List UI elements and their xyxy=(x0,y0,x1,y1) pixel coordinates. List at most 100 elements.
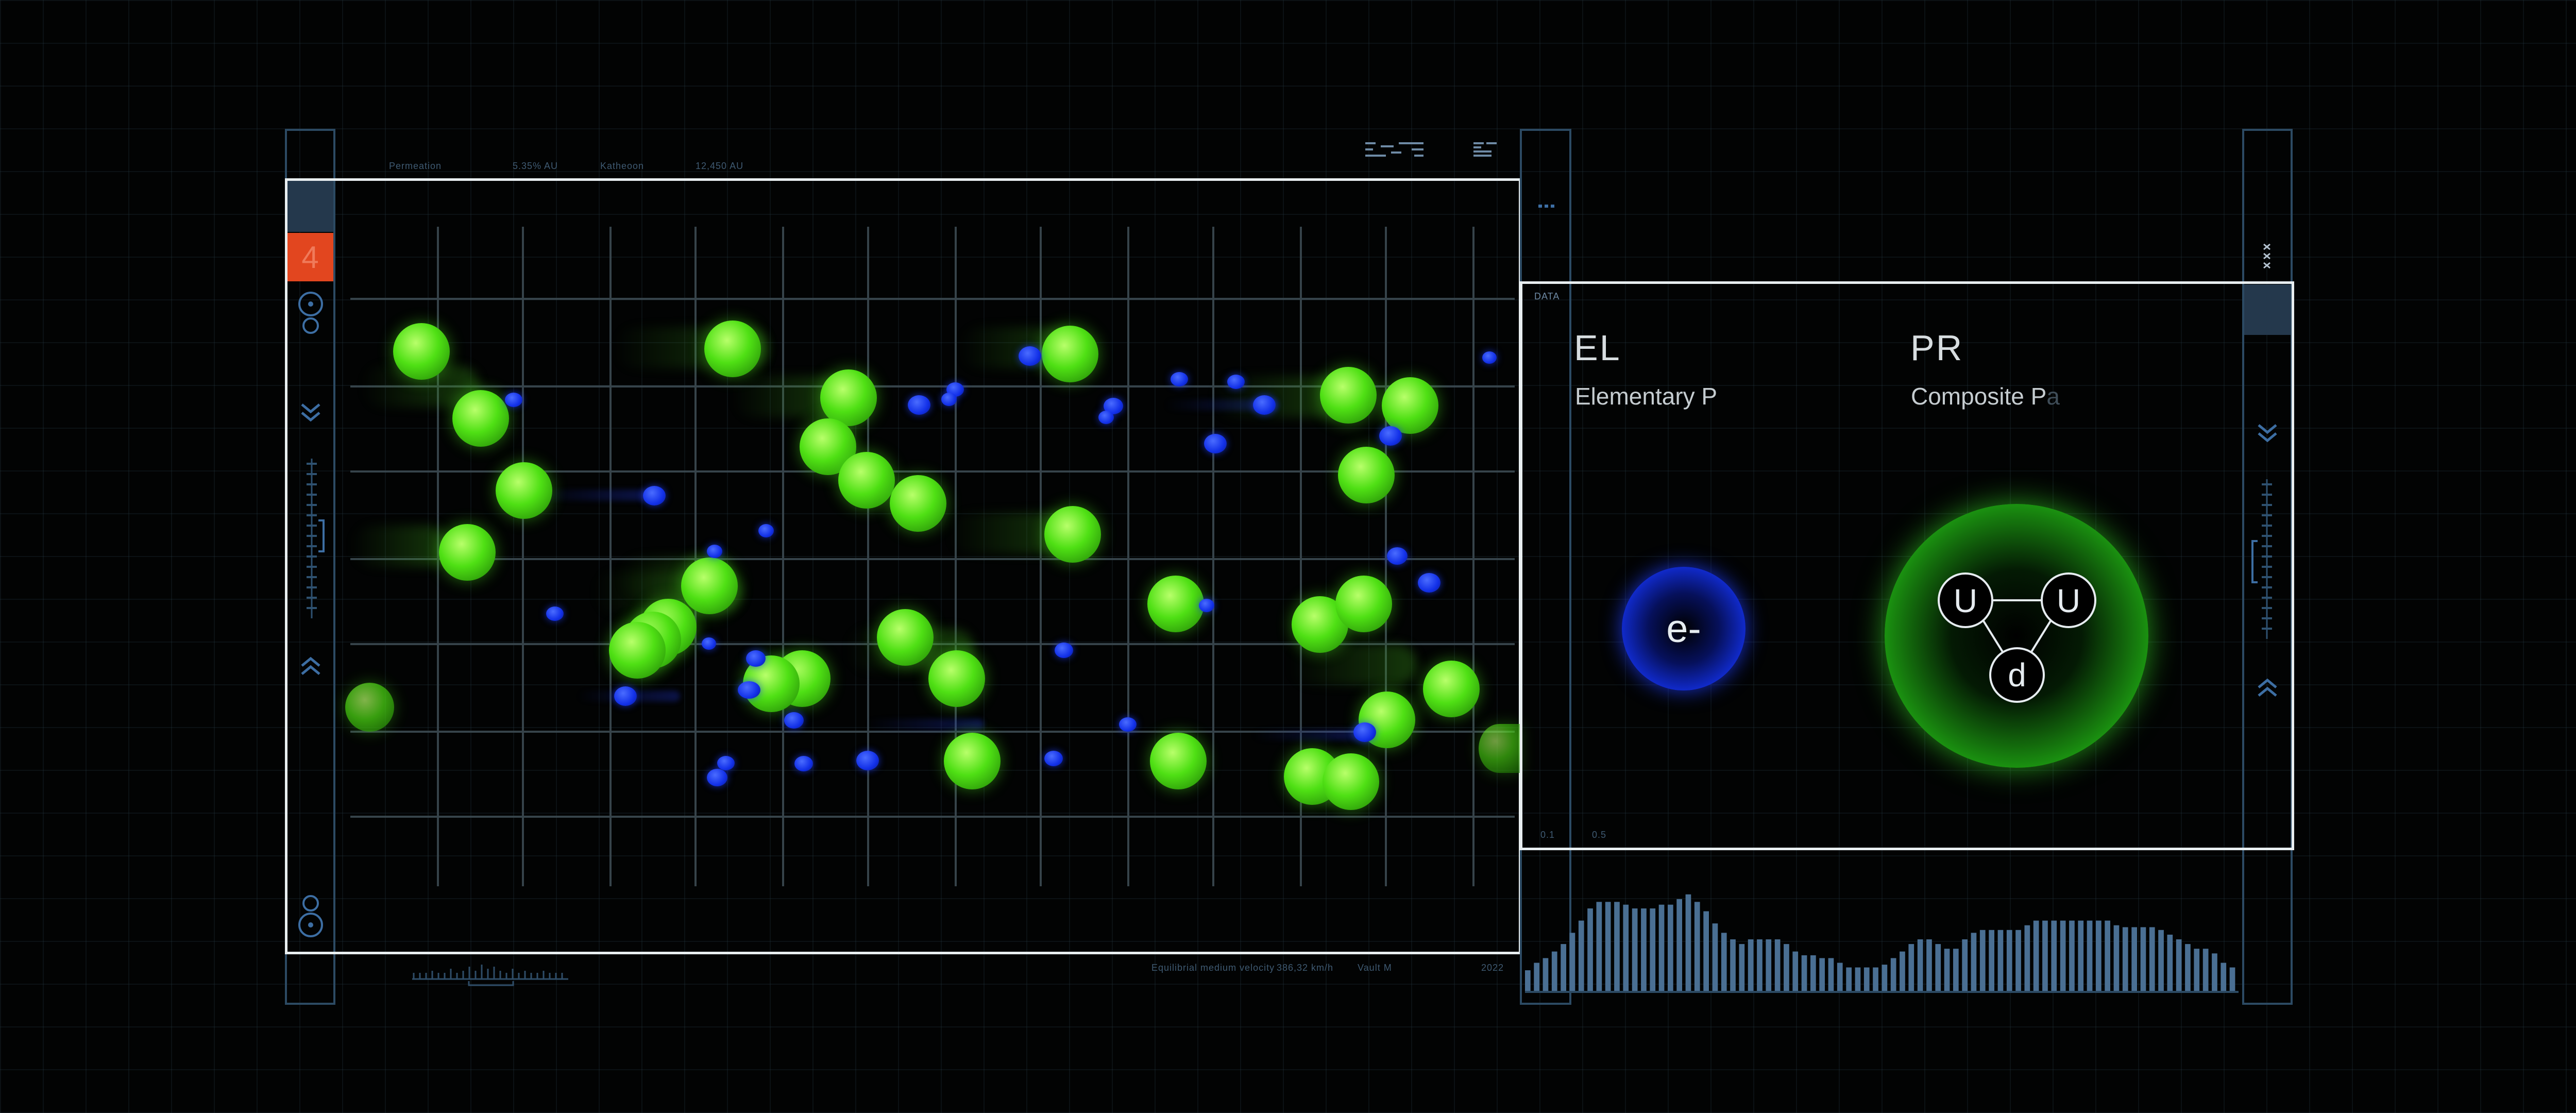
green-particle xyxy=(393,323,450,380)
elementary-name: Elementary P xyxy=(1575,383,1718,410)
menu-dots-icon[interactable] xyxy=(1536,201,1557,211)
blue-particle xyxy=(707,769,727,786)
header-stat-value: 5.35% AU xyxy=(513,161,558,171)
spectrum-bar xyxy=(1908,944,1914,991)
spectrum-bar xyxy=(1739,944,1745,991)
spectrum-bar xyxy=(1658,904,1665,991)
spectrum-bar xyxy=(1863,967,1870,991)
composite-name: Composite Pa xyxy=(1911,382,2060,410)
spectrum-bar xyxy=(1641,908,1647,991)
footer-stat-label: Equilibrial medium velocity xyxy=(1151,963,1275,973)
blue-particle xyxy=(702,637,716,650)
blue-particle xyxy=(1253,395,1276,415)
green-particle xyxy=(681,558,738,614)
spectrum-bar xyxy=(1837,963,1843,991)
spectrum-bar xyxy=(2105,920,2110,991)
spectrum-bar xyxy=(1587,908,1593,991)
spectrum-bar xyxy=(1578,920,1584,991)
spectrum-bar xyxy=(2185,944,2191,991)
blue-particle xyxy=(1019,346,1041,366)
green-particle xyxy=(1382,377,1438,434)
spectrum-bar xyxy=(1605,902,1611,991)
spectrum-bar xyxy=(2051,920,2057,991)
blue-particle xyxy=(717,756,735,770)
header-stat-label: Katheoon xyxy=(600,161,645,171)
spectrum-bar xyxy=(1792,951,1799,991)
spectrum-bar xyxy=(2212,953,2217,991)
blue-particle xyxy=(1418,573,1440,593)
spectrum-bar xyxy=(1766,939,1772,991)
spectrum-bar xyxy=(1650,908,1656,991)
blue-particle xyxy=(1204,434,1227,453)
header-stat-label: Permeation xyxy=(389,161,442,171)
green-particle xyxy=(1323,753,1379,810)
spectrum-bar xyxy=(1989,930,1994,991)
blue-particle xyxy=(505,393,522,407)
spectrum-bar xyxy=(1561,944,1566,991)
green-particle xyxy=(1147,576,1204,632)
spectrum-bar xyxy=(1525,970,1531,991)
spectrum-bar xyxy=(1551,951,1557,991)
electron-label: e- xyxy=(1666,606,1701,651)
blue-particle xyxy=(1387,547,1408,565)
spectrum-bar xyxy=(1900,951,1905,991)
axis-tick: 0.5 xyxy=(1592,830,1607,840)
quark-label: U xyxy=(1954,582,1977,619)
green-particle xyxy=(1479,724,1520,773)
green-particle xyxy=(1335,576,1392,632)
spectrum-bar xyxy=(1846,967,1852,991)
spectrum-bar xyxy=(1632,908,1638,991)
header-stat-value: 12,450 AU xyxy=(696,161,744,171)
blue-particle xyxy=(856,751,879,770)
ruler-icon[interactable] xyxy=(411,962,571,987)
composite-symbol: PR xyxy=(1910,328,1964,368)
spectrum-bar xyxy=(2060,920,2066,991)
spectrum-bar xyxy=(1614,902,1620,991)
spectrum-bar xyxy=(1774,939,1781,991)
spectrum-bar xyxy=(1712,923,1718,991)
green-particle xyxy=(704,321,761,377)
spectrum-bar xyxy=(1890,958,1896,991)
green-particle xyxy=(452,390,509,447)
green-particle xyxy=(609,622,666,679)
particle-trail xyxy=(350,526,448,567)
spectrum-bar xyxy=(1748,939,1754,991)
electron-particle[interactable]: e- xyxy=(1622,567,1745,690)
green-particle xyxy=(1338,447,1395,503)
green-particle xyxy=(928,650,985,707)
blue-particle xyxy=(738,681,760,699)
blue-particle xyxy=(707,545,722,558)
particle-trail xyxy=(1288,644,1417,685)
spectrum-bar xyxy=(2122,927,2128,991)
spectrum-bar xyxy=(1873,967,1878,991)
blue-particle xyxy=(1044,751,1063,766)
blue-particle xyxy=(746,650,766,667)
spectrum-bar xyxy=(1569,933,1575,991)
blue-particle xyxy=(784,712,804,729)
green-particle xyxy=(1150,733,1207,789)
spectrum-bar xyxy=(1784,944,1789,991)
close-x-icon[interactable] xyxy=(2261,242,2273,273)
blue-particle xyxy=(941,393,957,406)
spectrum-bar xyxy=(1623,904,1629,991)
footer-stat-value: 2022 xyxy=(1481,963,1504,973)
footer-stat-label: Vault M xyxy=(1358,963,1392,973)
spectrum-bar xyxy=(1979,930,1986,991)
spectrum-bar xyxy=(1730,939,1736,991)
spectrum-bar xyxy=(1926,939,1932,991)
composite-name-text: Composite P xyxy=(1911,383,2047,410)
spectrum-bar xyxy=(1953,949,1959,991)
spectrum-bar xyxy=(2194,949,2200,991)
spectrum-bar xyxy=(2167,934,2173,991)
footer-stat-value: 386,32 km/h xyxy=(1277,963,1334,973)
blue-particle xyxy=(1171,372,1188,386)
spectrum-bar xyxy=(2042,920,2048,991)
spectrum-bar xyxy=(1668,904,1673,991)
blue-particle xyxy=(1482,351,1497,364)
quark-diagram: U U d xyxy=(1938,572,2096,703)
green-particle xyxy=(496,462,552,519)
spectrum-bar xyxy=(2140,927,2146,991)
spectrum-bar xyxy=(1997,930,2004,991)
green-particle xyxy=(345,683,394,732)
spectrum-bar xyxy=(2158,930,2164,991)
